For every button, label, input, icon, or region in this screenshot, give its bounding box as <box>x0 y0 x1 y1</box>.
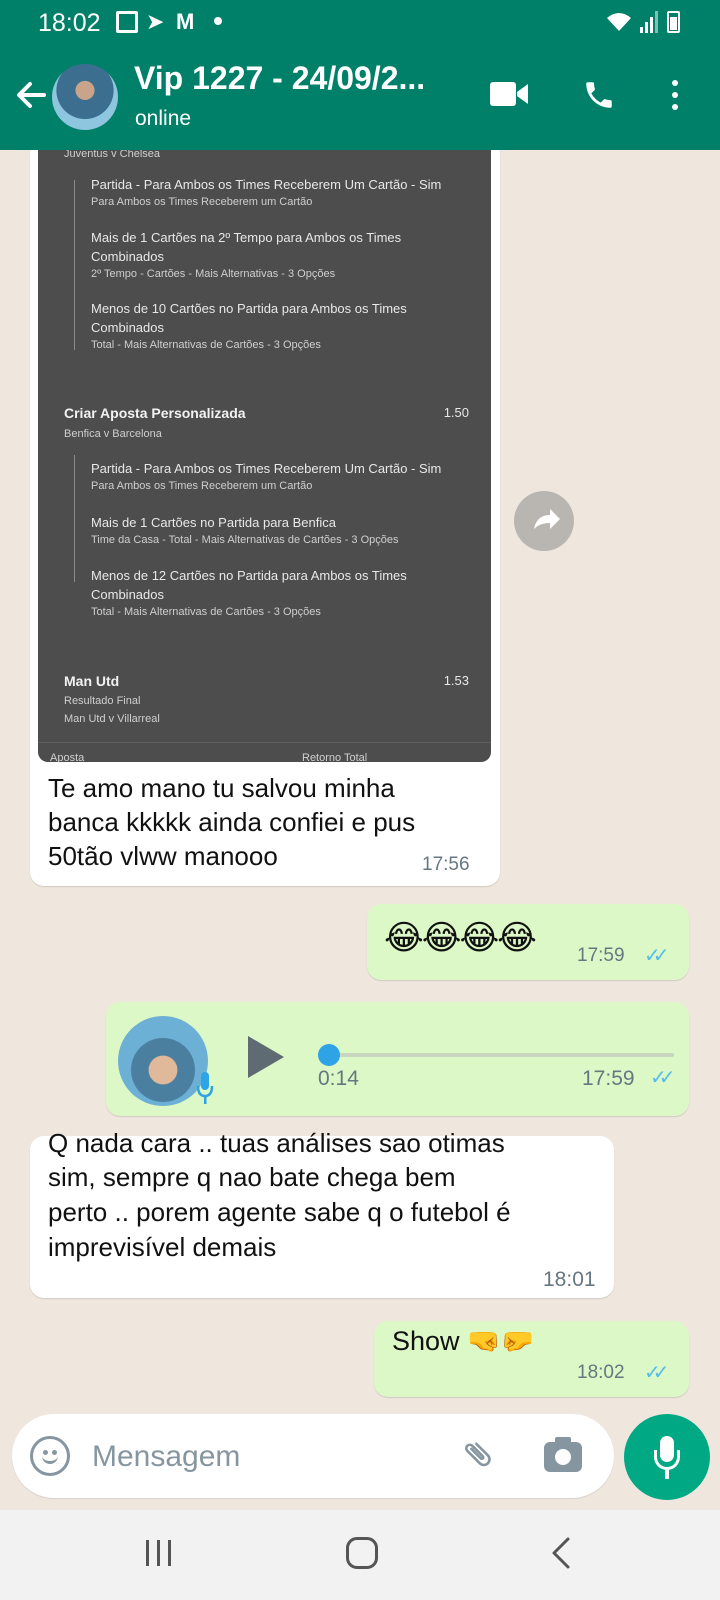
shot-bet-title: Man Utd <box>64 673 120 689</box>
forward-icon <box>534 509 560 529</box>
voice-progress-handle[interactable] <box>318 1044 340 1066</box>
recent-apps-icon[interactable] <box>146 1540 176 1566</box>
shot-footer-left: Aposta <box>50 752 85 762</box>
message-input[interactable]: Mensagem <box>92 1440 240 1474</box>
top-bar: 18:02 ➤ M Vip 1227 - 24/09/2... online <box>0 0 720 150</box>
more-options-icon[interactable] <box>670 80 680 112</box>
signal-icon <box>640 11 662 33</box>
shot-leg-sub: Para Ambos os Times Receberem um Cartão <box>91 480 313 492</box>
shot-leg-title: Partida - Para Ambos os Times Receberem … <box>91 177 442 192</box>
battery-icon <box>667 11 680 33</box>
shot-leg-title: Combinados <box>91 249 164 264</box>
contact-name[interactable]: Vip 1227 - 24/09/2... <box>134 60 454 97</box>
gmail-icon: M <box>176 9 195 34</box>
message-composer[interactable]: Mensagem <box>12 1414 614 1498</box>
voice-duration: 0:14 <box>318 1067 359 1090</box>
message-text: imprevisível demais <box>48 1232 277 1262</box>
mic-icon <box>196 1072 214 1106</box>
read-ticks-icon: ✓✓ <box>644 1362 669 1384</box>
shot-leg-title: Menos de 12 Cartões no Partida para Ambo… <box>91 568 407 583</box>
shot-divider <box>74 180 75 350</box>
forward-button[interactable] <box>514 491 574 551</box>
gallery-icon <box>116 11 138 33</box>
shot-leg-sub: Total - Mais Alternativas de Cartões - 3… <box>91 606 321 618</box>
play-icon[interactable] <box>248 1036 284 1078</box>
message-time: 18:02 <box>577 1362 625 1383</box>
message-time: 17:59 <box>582 1067 635 1090</box>
camera-icon[interactable] <box>544 1437 582 1472</box>
message-text: perto .. porem agente sabe q o futebol é <box>48 1197 511 1227</box>
message-text: Te amo mano tu salvou minha <box>48 773 395 803</box>
shot-divider <box>74 455 75 582</box>
system-nav-bar <box>0 1510 720 1600</box>
telegram-icon: ➤ <box>146 9 165 34</box>
mic-button[interactable] <box>624 1414 710 1500</box>
shot-bet-match: Benfica v Barcelona <box>64 428 162 440</box>
wifi-icon <box>606 11 631 33</box>
shot-leg-title: Combinados <box>91 320 164 335</box>
voice-call-icon[interactable] <box>582 78 616 112</box>
shot-leg-title: Mais de 1 Cartões na 2º Tempo para Ambos… <box>91 230 402 245</box>
shot-partial-text: Juventus v Chelsea <box>64 150 160 160</box>
shot-leg-title: Combinados <box>91 587 164 602</box>
read-ticks-icon: ✓✓ <box>650 1067 675 1089</box>
bet-screenshot-image[interactable]: Juventus v Chelsea Partida - Para Ambos … <box>38 150 491 762</box>
shot-leg-title: Menos de 10 Cartões no Partida para Ambo… <box>91 301 407 316</box>
shot-bet-match: Man Utd v Villarreal <box>64 713 160 725</box>
shot-footer-right: Retorno Total <box>302 752 368 762</box>
message-text: 50tão vlww manooo <box>48 841 278 871</box>
shot-leg-sub: 2º Tempo - Cartões - Mais Alternativas -… <box>91 268 336 280</box>
shot-leg-sub: Para Ambos os Times Receberem um Cartão <box>91 196 313 208</box>
status-time: 18:02 <box>38 9 101 37</box>
shot-bet-odds: 1.50 <box>443 405 469 420</box>
emoji-icon[interactable] <box>30 1436 70 1476</box>
shot-leg-title: Mais de 1 Cartões no Partida para Benfic… <box>91 515 336 530</box>
voice-progress-track[interactable] <box>330 1053 674 1057</box>
read-ticks-icon: ✓✓ <box>644 945 669 967</box>
message-text: banca kkkkk ainda confiei e pus <box>48 807 416 837</box>
back-arrow-icon[interactable] <box>14 78 48 112</box>
home-icon[interactable] <box>346 1537 378 1569</box>
shot-bet-odds: 1.53 <box>443 673 469 688</box>
message-text: Show 🤜🤛 <box>392 1326 535 1356</box>
shot-leg-sub: Total - Mais Alternativas de Cartões - 3… <box>91 339 321 351</box>
shot-bet-title: Criar Aposta Personalizada <box>64 405 246 421</box>
message-text: 😂😂😂😂 <box>384 919 537 957</box>
status-bar: 18:02 ➤ M <box>0 0 720 46</box>
message-time: 18:01 <box>543 1268 596 1291</box>
message-time: 17:59 <box>577 945 625 966</box>
contact-status: online <box>135 107 192 130</box>
shot-divider <box>38 742 491 743</box>
shot-leg-title: Partida - Para Ambos os Times Receberem … <box>91 461 442 476</box>
message-text: sim, sempre q nao bate chega bem <box>48 1162 456 1192</box>
dot-icon <box>214 17 222 25</box>
contact-avatar[interactable] <box>52 64 118 130</box>
voice-sender-avatar <box>118 1016 208 1106</box>
message-text: Q nada cara .. tuas análises sao otimas <box>48 1128 505 1158</box>
attach-icon[interactable] <box>454 1430 508 1484</box>
message-time: 17:56 <box>422 854 470 875</box>
back-icon[interactable] <box>550 1536 572 1570</box>
shot-bet-market: Resultado Final <box>64 695 141 707</box>
video-call-icon[interactable] <box>490 80 528 108</box>
shot-leg-sub: Time da Casa - Total - Mais Alternativas… <box>91 534 399 546</box>
chat-area[interactable]: Juventus v Chelsea Partida - Para Ambos … <box>0 150 720 1410</box>
